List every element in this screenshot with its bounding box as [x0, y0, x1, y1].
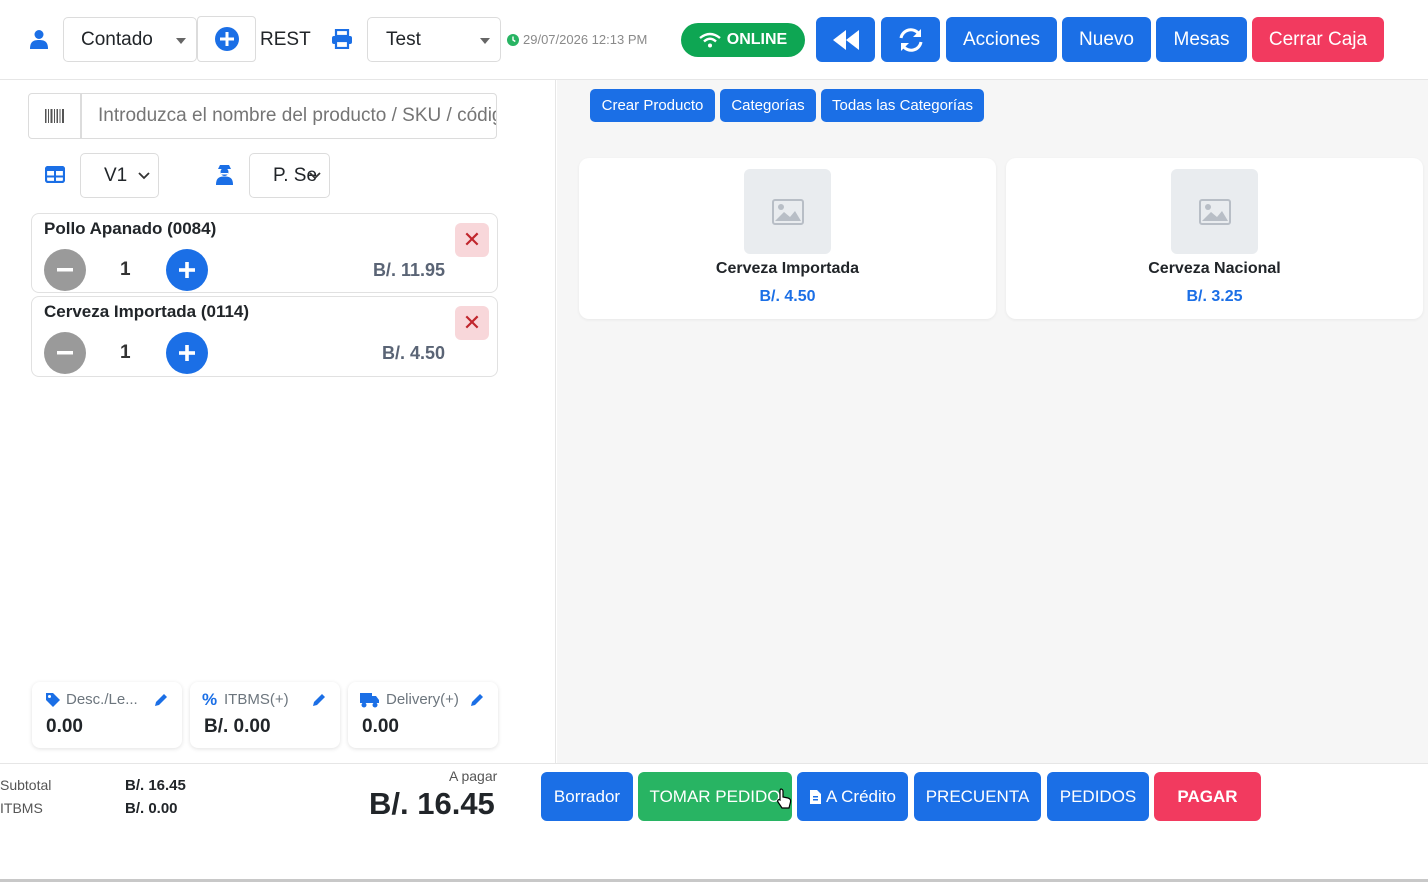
cart-item-qty: 1: [120, 342, 131, 363]
nuevo-button[interactable]: Nuevo: [1062, 17, 1151, 62]
apagar-value: B/. 16.45: [369, 786, 495, 821]
delivery-value: 0.00: [362, 716, 399, 737]
clock-icon: [507, 33, 519, 46]
plus-circle-icon: [214, 27, 239, 51]
refresh-icon: [899, 27, 922, 52]
cart-item-name: Cerveza Importada (0114): [44, 302, 250, 321]
file-invoice-icon: [810, 789, 822, 804]
datetime-label: 29/07/2026 12:13 PM: [523, 32, 648, 47]
cart-item-qty: 1: [120, 259, 131, 280]
chevron-down-icon: [176, 37, 186, 44]
increase-qty-button[interactable]: [166, 332, 208, 374]
product-price: B/. 3.25: [1186, 288, 1243, 305]
cerrar-caja-button[interactable]: Cerrar Caja: [1252, 17, 1384, 62]
subtotal-value: B/. 16.45: [125, 777, 186, 794]
table-icon: [44, 165, 66, 184]
increase-qty-button[interactable]: [166, 249, 208, 291]
cart-item: Cerveza Importada (0114) ✕ 1 B/. 4.50: [31, 296, 498, 377]
cart-item: Pollo Apanado (0084) ✕ 1 B/. 11.95: [31, 213, 498, 293]
itbms-fee-label: ITBMS(+): [224, 691, 289, 708]
chevron-down-icon: [480, 37, 490, 44]
wifi-icon: [699, 32, 721, 48]
discount-value: 0.00: [46, 716, 83, 737]
discount-card: Desc./Le... 0.00: [32, 682, 182, 748]
decrease-qty-button[interactable]: [44, 249, 86, 291]
percent-icon: %: [202, 690, 218, 709]
printer-select[interactable]: Test: [367, 17, 501, 62]
subtotal-label: Subtotal: [0, 777, 52, 793]
delivery-label: Delivery(+): [386, 691, 459, 708]
table-select[interactable]: V1: [80, 153, 159, 198]
image-icon: [1198, 198, 1231, 225]
barcode-button[interactable]: [28, 93, 81, 139]
online-status-badge: ONLINE: [681, 23, 805, 57]
remove-item-button[interactable]: ✕: [455, 223, 489, 257]
online-status-text: ONLINE: [726, 31, 788, 48]
refresh-button[interactable]: [881, 17, 940, 62]
pagar-button[interactable]: PAGAR: [1154, 772, 1261, 821]
minus-icon: [57, 351, 73, 355]
product-card[interactable]: Cerveza Nacional B/. 3.25: [1006, 158, 1423, 319]
itbms-card: % ITBMS(+) B/. 0.00: [190, 682, 340, 748]
todas-categorias-button[interactable]: Todas las Categorías: [821, 89, 984, 122]
barcode-icon: [44, 109, 64, 123]
image-icon: [771, 198, 804, 225]
product-card[interactable]: Cerveza Importada B/. 4.50: [579, 158, 996, 319]
itbms-value: B/. 0.00: [125, 800, 178, 817]
printer-icon[interactable]: [331, 28, 353, 50]
mesas-button[interactable]: Mesas: [1156, 17, 1247, 62]
decrease-qty-button[interactable]: [44, 332, 86, 374]
product-image-placeholder: [1171, 169, 1258, 254]
product-name: Cerveza Nacional: [1148, 260, 1281, 277]
back-button[interactable]: [816, 17, 875, 62]
tag-icon: [46, 693, 60, 707]
plus-icon: [179, 262, 195, 278]
table-select-value: V1: [104, 164, 128, 186]
edit-itbms-icon[interactable]: [311, 692, 327, 708]
minus-icon: [57, 268, 73, 272]
cart-item-price: B/. 11.95: [372, 260, 445, 280]
a-credito-label: A Crédito: [826, 786, 896, 806]
tomar-pedido-button[interactable]: TOMAR PEDIDO: [638, 772, 792, 821]
plus-icon: [179, 345, 195, 361]
rest-label: REST: [260, 29, 311, 50]
add-customer-button[interactable]: [197, 16, 256, 62]
cart-item-price: B/. 4.50: [381, 343, 445, 363]
itbms-label: ITBMS: [0, 800, 43, 816]
close-icon: ✕: [462, 310, 482, 335]
discount-label: Desc./Le...: [66, 691, 138, 708]
close-icon: ✕: [462, 227, 482, 252]
acciones-button[interactable]: Acciones: [946, 17, 1057, 62]
chevron-down-icon: [309, 172, 321, 180]
crear-producto-button[interactable]: Crear Producto: [590, 89, 715, 122]
waiter-icon: [215, 164, 234, 185]
truck-icon: [360, 693, 379, 708]
printer-select-value: Test: [386, 28, 421, 50]
cart-item-name: Pollo Apanado (0084): [44, 219, 217, 238]
customer-select-value: Contado: [81, 28, 153, 50]
waiter-select[interactable]: P. Se: [249, 153, 330, 198]
apagar-label: A pagar: [449, 768, 498, 784]
chevron-down-icon: [138, 172, 150, 180]
top-toolbar: Contado REST Test 29/07/2026 12:13 PM ON…: [0, 0, 1428, 80]
categorias-button[interactable]: Categorías: [720, 89, 816, 122]
product-price: B/. 4.50: [759, 288, 816, 305]
borrador-button[interactable]: Borrador: [541, 772, 633, 821]
product-image-placeholder: [744, 169, 831, 254]
backward-icon: [832, 29, 859, 50]
edit-discount-icon[interactable]: [153, 692, 169, 708]
product-search-input[interactable]: [81, 93, 497, 139]
edit-delivery-icon[interactable]: [469, 692, 485, 708]
delivery-card: Delivery(+) 0.00: [348, 682, 498, 748]
mouse-pointer-icon: [776, 788, 792, 810]
itbms-fee-value: B/. 0.00: [204, 716, 271, 737]
a-credito-button[interactable]: A Crédito: [797, 772, 908, 821]
precuenta-button[interactable]: PRECUENTA: [914, 772, 1041, 821]
pedidos-button[interactable]: PEDIDOS: [1047, 772, 1149, 821]
user-icon: [29, 29, 49, 49]
customer-select[interactable]: Contado: [63, 17, 197, 62]
remove-item-button[interactable]: ✕: [455, 306, 489, 340]
product-name: Cerveza Importada: [715, 260, 860, 277]
